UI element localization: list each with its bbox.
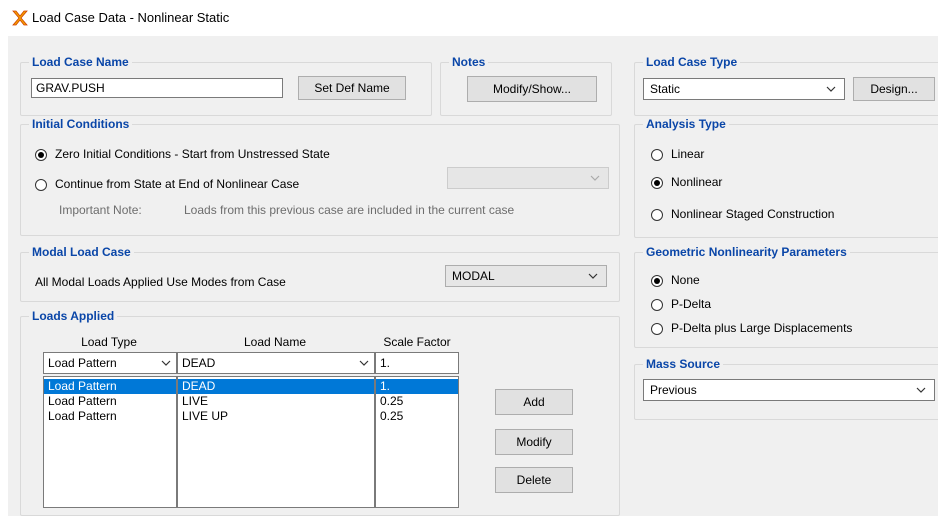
mass-source-select[interactable]: Previous xyxy=(643,379,935,401)
geom-none-radio[interactable]: None xyxy=(651,273,700,287)
geom-none-label: None xyxy=(671,273,700,287)
list-item[interactable]: 0.25 xyxy=(376,409,458,424)
load-type-select-value: Load Pattern xyxy=(48,356,117,370)
add-button[interactable]: Add xyxy=(495,389,573,415)
list-item[interactable]: 1. xyxy=(376,379,458,394)
continue-from-state-radio[interactable]: Continue from State at End of Nonlinear … xyxy=(35,177,299,191)
load-case-type-group: Load Case Type Static Design... xyxy=(634,55,938,116)
analysis-type-group: Analysis Type Linear Nonlinear Nonlinear… xyxy=(634,117,938,238)
chevron-down-icon xyxy=(161,360,171,366)
list-item[interactable]: Load Pattern xyxy=(44,409,176,424)
design-button[interactable]: Design... xyxy=(853,77,935,101)
list-item[interactable]: Load Pattern xyxy=(44,379,176,394)
radio-unchecked-icon xyxy=(35,178,47,191)
delete-button[interactable]: Delete xyxy=(495,467,573,493)
scale-factor-input[interactable]: 1. xyxy=(375,352,459,374)
chevron-down-icon xyxy=(826,86,836,92)
load-case-type-select[interactable]: Static xyxy=(643,78,845,100)
radio-checked-icon xyxy=(651,274,663,287)
nonlinear-case-select[interactable] xyxy=(447,167,609,189)
list-item[interactable]: DEAD xyxy=(178,379,374,394)
geometric-nonlinearity-group: Geometric Nonlinearity Parameters None P… xyxy=(634,245,938,348)
list-item[interactable]: 0.25 xyxy=(376,394,458,409)
modal-load-case-label: All Modal Loads Applied Use Modes from C… xyxy=(35,275,286,289)
analysis-nonlinear-radio[interactable]: Nonlinear xyxy=(651,175,722,189)
load-name-list[interactable]: DEAD LIVE LIVE UP xyxy=(177,376,375,508)
load-name-header: Load Name xyxy=(243,335,307,349)
set-def-name-button[interactable]: Set Def Name xyxy=(298,76,406,100)
geometric-nonlinearity-legend: Geometric Nonlinearity Parameters xyxy=(643,245,850,259)
analysis-linear-radio[interactable]: Linear xyxy=(651,147,704,161)
radio-checked-icon xyxy=(35,148,47,161)
important-note-label: Important Note: xyxy=(59,203,142,217)
initial-conditions-legend: Initial Conditions xyxy=(29,117,133,131)
zero-initial-conditions-label: Zero Initial Conditions - Start from Uns… xyxy=(55,147,330,161)
chevron-down-icon xyxy=(590,175,600,181)
notes-group: Notes Modify/Show... xyxy=(440,55,612,116)
radio-unchecked-icon xyxy=(651,322,663,335)
analysis-type-legend: Analysis Type xyxy=(643,117,729,131)
list-item[interactable]: Load Pattern xyxy=(44,394,176,409)
geom-pdelta-large-radio[interactable]: P-Delta plus Large Displacements xyxy=(651,321,852,335)
important-note-text: Loads from this previous case are includ… xyxy=(184,203,515,217)
loads-applied-legend: Loads Applied xyxy=(29,309,118,323)
window-title: Load Case Data - Nonlinear Static xyxy=(32,10,230,25)
load-case-type-legend: Load Case Type xyxy=(643,55,741,69)
initial-conditions-group: Initial Conditions Zero Initial Conditio… xyxy=(20,117,620,236)
analysis-staged-label: Nonlinear Staged Construction xyxy=(671,207,835,221)
mass-source-group: Mass Source Previous xyxy=(634,357,938,420)
title-bar: Load Case Data - Nonlinear Static xyxy=(0,0,938,34)
load-case-name-legend: Load Case Name xyxy=(29,55,132,69)
zero-initial-conditions-radio[interactable]: Zero Initial Conditions - Start from Uns… xyxy=(35,147,330,161)
load-case-type-value: Static xyxy=(650,82,681,96)
load-case-name-input[interactable]: GRAV.PUSH xyxy=(31,78,283,98)
modify-show-button[interactable]: Modify/Show... xyxy=(467,76,597,102)
radio-unchecked-icon xyxy=(651,298,663,311)
geom-pdelta-radio[interactable]: P-Delta xyxy=(651,297,711,311)
load-name-select-value: DEAD xyxy=(182,356,216,370)
load-case-name-group: Load Case Name GRAV.PUSH Set Def Name xyxy=(20,55,432,116)
geom-pdelta-label: P-Delta xyxy=(671,297,712,311)
analysis-linear-label: Linear xyxy=(671,147,705,161)
chevron-down-icon xyxy=(359,360,369,366)
chevron-down-icon xyxy=(916,387,926,393)
dialog-body: Load Case Name GRAV.PUSH Set Def Name No… xyxy=(8,36,938,516)
chevron-down-icon xyxy=(588,273,598,279)
mass-source-legend: Mass Source xyxy=(643,357,724,371)
modal-load-case-legend: Modal Load Case xyxy=(29,245,134,259)
analysis-staged-radio[interactable]: Nonlinear Staged Construction xyxy=(651,207,834,221)
modal-load-case-group: Modal Load Case All Modal Loads Applied … xyxy=(20,245,620,302)
geom-pdelta-large-label: P-Delta plus Large Displacements xyxy=(671,321,853,335)
modify-button[interactable]: Modify xyxy=(495,429,573,455)
loads-applied-group: Loads Applied Load Type Load Name Scale … xyxy=(20,309,620,516)
modal-case-select[interactable]: MODAL xyxy=(445,265,607,287)
load-type-header: Load Type xyxy=(81,335,137,349)
load-type-select[interactable]: Load Pattern xyxy=(43,352,177,374)
analysis-nonlinear-label: Nonlinear xyxy=(671,175,723,189)
radio-unchecked-icon xyxy=(651,148,663,161)
radio-unchecked-icon xyxy=(651,208,663,221)
continue-from-state-label: Continue from State at End of Nonlinear … xyxy=(55,177,300,191)
app-x-icon xyxy=(12,10,28,26)
scale-factor-list[interactable]: 1. 0.25 0.25 xyxy=(375,376,459,508)
radio-checked-icon xyxy=(651,176,663,189)
modal-case-value: MODAL xyxy=(452,269,495,283)
load-type-list[interactable]: Load Pattern Load Pattern Load Pattern xyxy=(43,376,177,508)
load-name-select[interactable]: DEAD xyxy=(177,352,375,374)
list-item[interactable]: LIVE UP xyxy=(178,409,374,424)
notes-legend: Notes xyxy=(449,55,489,69)
mass-source-value: Previous xyxy=(650,383,697,397)
scale-factor-header: Scale Factor xyxy=(383,335,451,349)
list-item[interactable]: LIVE xyxy=(178,394,374,409)
